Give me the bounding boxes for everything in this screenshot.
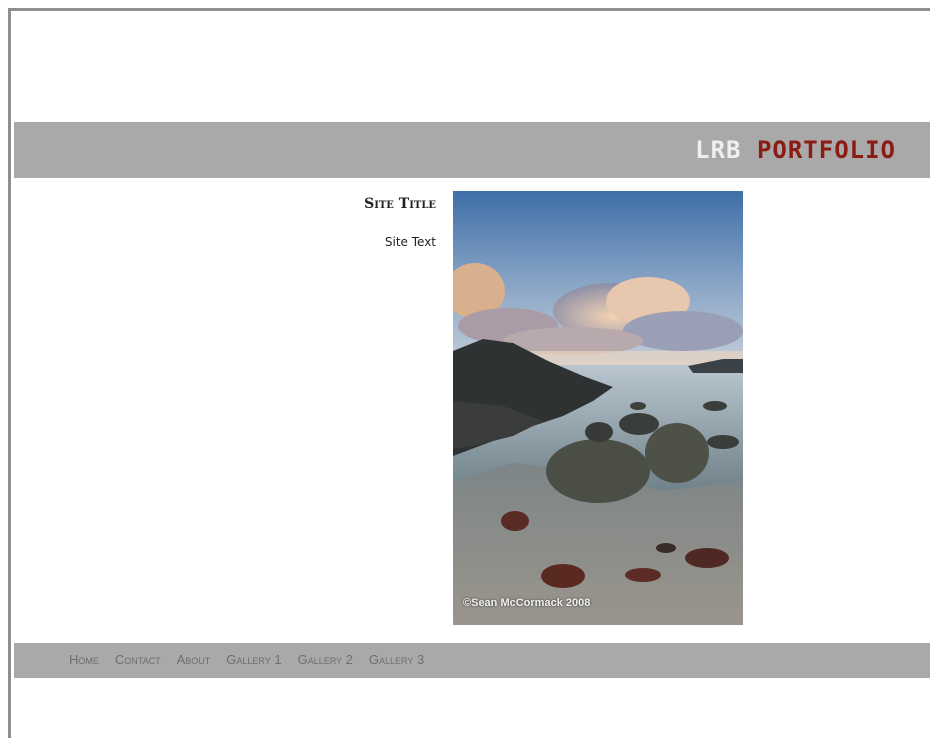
nav-link-home[interactable]: Home [69,652,99,667]
logo-prefix: LRB [695,136,742,164]
site-logo[interactable]: LRB PORTFOLIO [695,136,896,164]
site-title: Site Title [364,196,436,212]
nav-link-gallery-2[interactable]: Gallery 2 [298,652,353,667]
window-border-top [8,8,930,11]
page: LRB PORTFOLIO Site Title Site Text ©Sean… [0,0,930,738]
footer-nav-bar: Home Contact About Gallery 1 Gallery 2 G… [14,643,930,678]
photo-credit: ©Sean McCormack 2008 [463,597,591,609]
landscape-photo-image [453,191,743,625]
nav-link-gallery-3[interactable]: Gallery 3 [369,652,424,667]
nav-link-about[interactable]: About [177,652,211,667]
nav-menu: Home Contact About Gallery 1 Gallery 2 G… [69,652,424,667]
site-text: Site Text [384,235,436,249]
header-band: LRB PORTFOLIO [14,122,930,178]
nav-link-contact[interactable]: Contact [115,652,161,667]
featured-photo: ©Sean McCormack 2008 [453,191,743,625]
window-border-left [8,8,11,738]
nav-link-gallery-1[interactable]: Gallery 1 [226,652,281,667]
logo-word: PORTFOLIO [756,136,896,164]
